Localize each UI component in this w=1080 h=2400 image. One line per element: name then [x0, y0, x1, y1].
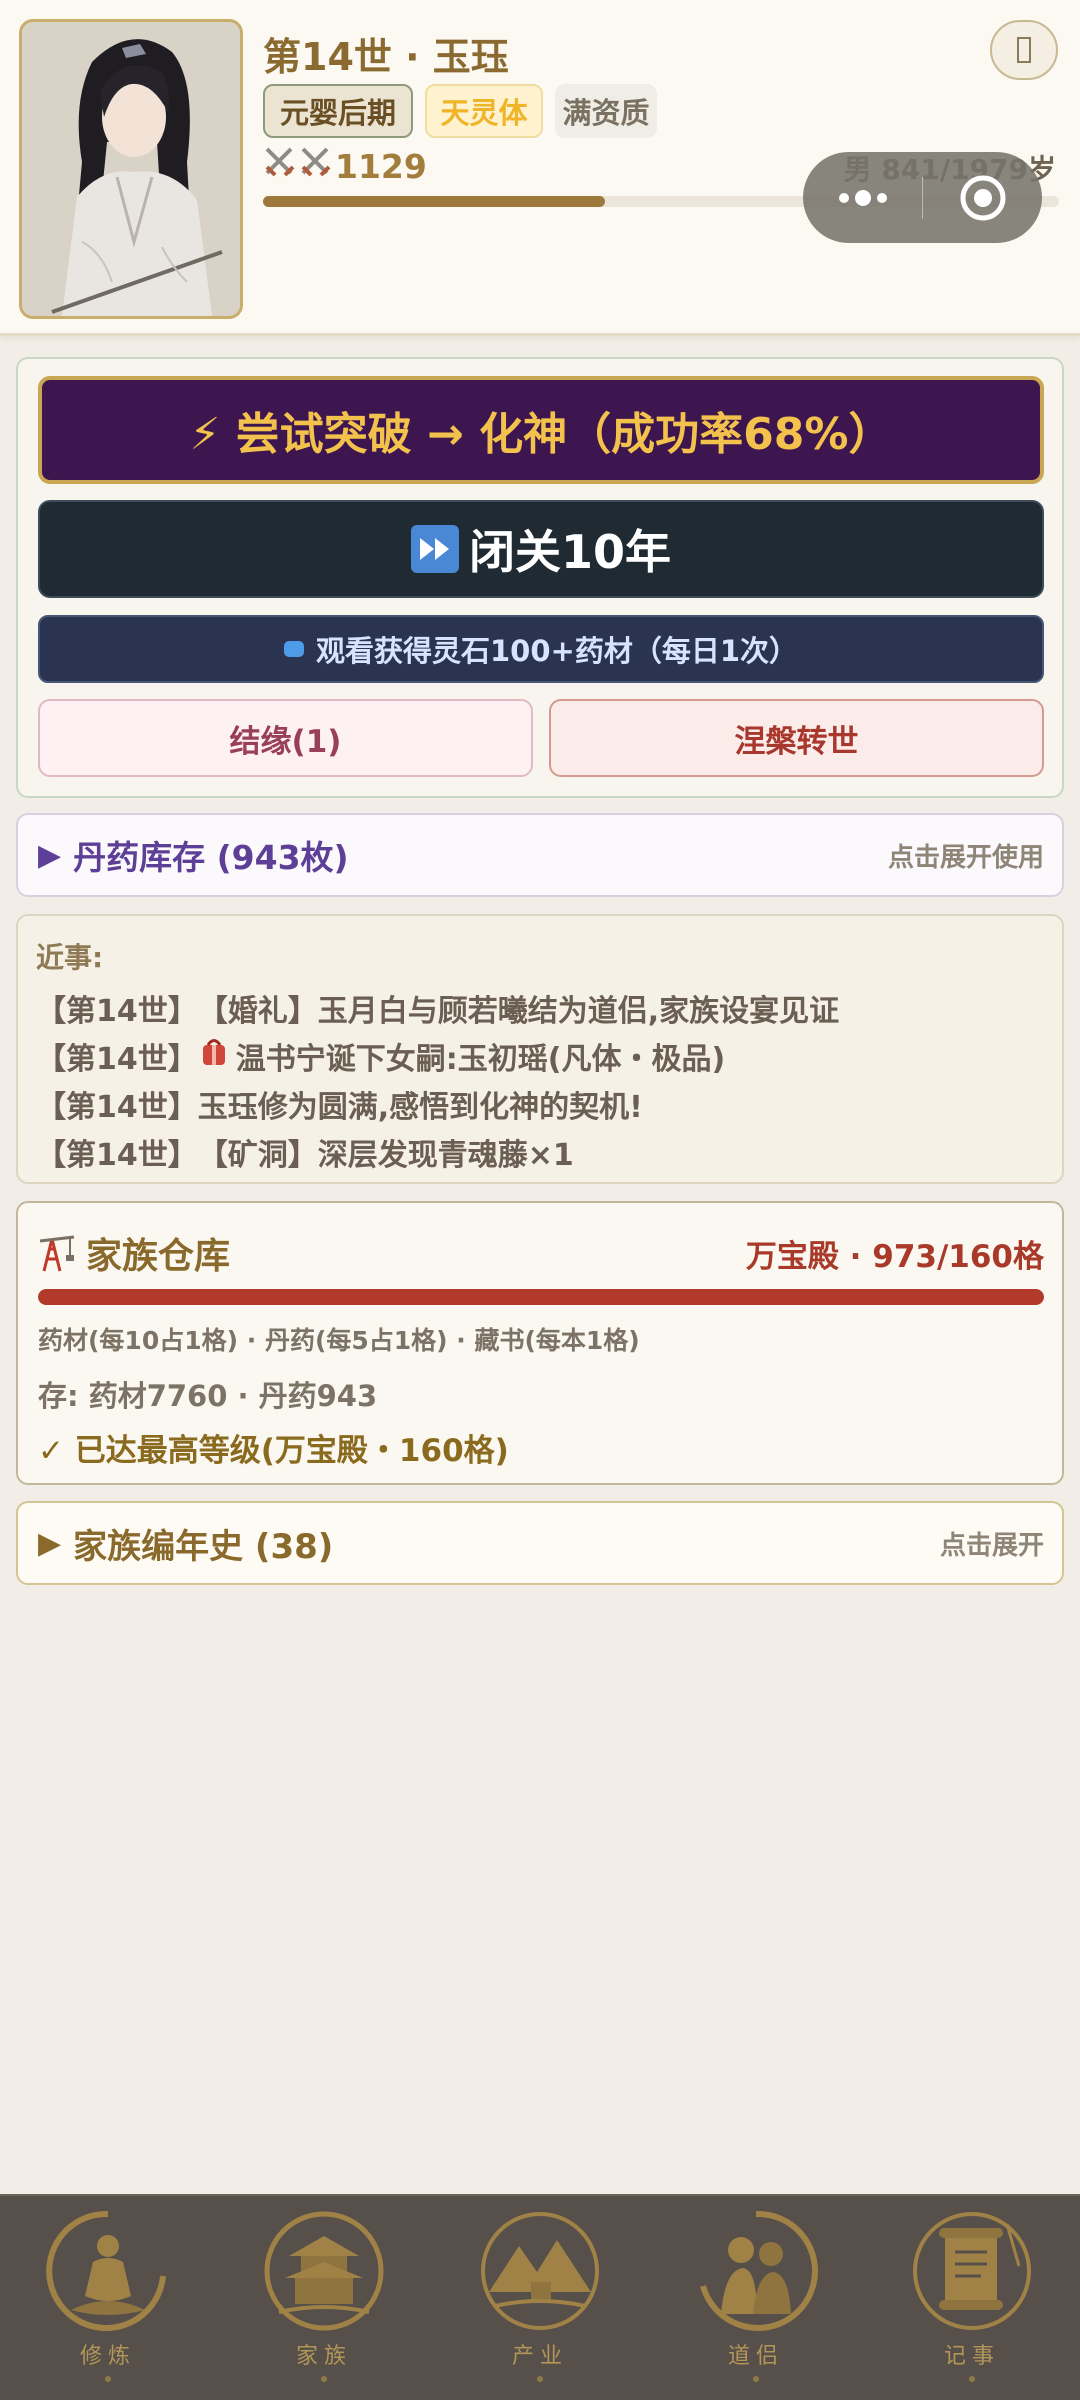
warehouse-header: 家族仓库 [38, 1227, 230, 1279]
target-close-icon [960, 175, 1005, 220]
nav-dot [321, 2376, 327, 2382]
nav-label: 修炼 [79, 2344, 136, 2369]
event-text: 【婚礼】玉月白与顾若曦结为道侣,家族设宴见证 [197, 994, 840, 1029]
family-warehouse-panel: 家族仓库 万宝殿 · 973/160格 药材(每10占1格) · 丹药(每5占1… [16, 1201, 1064, 1485]
nav-label: 产业 [511, 2344, 568, 2369]
nav-industry[interactable]: 产业 [440, 2196, 640, 2400]
crane-icon [39, 1235, 75, 1272]
event-generation: 【第14世】 [36, 1042, 198, 1077]
nav-dot [105, 2376, 111, 2382]
meditation-icon [46, 2210, 166, 2331]
nav-cultivate[interactable]: 修炼 [8, 2196, 208, 2400]
combat-power: 1129 [263, 145, 427, 187]
recent-events-panel: 近事: 【第14世】 【婚礼】玉月白与顾若曦结为道侣,家族设宴见证 【第14世】… [16, 914, 1064, 1184]
nav-partner[interactable]: 道侣 [656, 2196, 856, 2400]
event-generation: 【第14世】 [36, 994, 198, 1029]
gift-bag-icon [198, 1036, 230, 1076]
video-icon [283, 641, 304, 657]
seclusion-label: 闭关10年 [468, 525, 671, 579]
action-panel: ⚡ 尝试突破 → 化神（成功率68%） 闭关10年 观看获得灵石100+药材（每… [16, 357, 1064, 798]
nav-label: 记事 [943, 2344, 1000, 2369]
event-item: 【第14世】 【婚礼】玉月白与顾若曦结为道侣,家族设宴见证 [36, 984, 1062, 1032]
event-text: 温书宁诞下女嗣:玉初瑶(凡体・极品) [235, 1042, 726, 1077]
warehouse-capacity: 万宝殿 · 973/160格 [745, 1239, 1044, 1275]
pill-inventory-title: ▶ 丹药库存 (943枚) [38, 831, 349, 879]
nav-records[interactable]: 记事 [872, 2196, 1072, 2400]
watch-ad-label: 观看获得灵石100+药材（每日1次） [315, 634, 798, 668]
event-generation: 【第14世】 [36, 1138, 198, 1173]
warehouse-title: 家族仓库 [86, 1236, 231, 1277]
nav-dot [753, 2376, 759, 2382]
box-icon-button[interactable] [990, 20, 1058, 80]
nav-label: 家族 [295, 2344, 352, 2369]
warehouse-capacity-bar [38, 1289, 1044, 1305]
pavilion-icon [264, 2211, 384, 2331]
nav-dot [969, 2376, 975, 2382]
recent-events-title: 近事: [36, 941, 104, 974]
event-item: 【第14世】 【矿洞】深层发现青魂藤×1 [36, 1128, 1062, 1176]
event-item: 【第14世】 温书宁诞下女嗣:玉初瑶(凡体・极品) [36, 1032, 1062, 1080]
event-text: 玉珏修为圆满,感悟到化神的契机! [197, 1090, 643, 1125]
aptitude-badge: 满资质 [555, 84, 657, 138]
crossed-swords-icon [263, 145, 299, 187]
chronicle-label: 家族编年史 (38) [73, 1526, 334, 1567]
realm-badge: 元婴后期 [263, 84, 413, 138]
expand-triangle-icon: ▶ [38, 837, 62, 873]
nav-family[interactable]: 家族 [224, 2196, 424, 2400]
character-header: 第14世 · 玉珏 元婴后期 天灵体 满资质 1129 男 841/1979岁 [0, 0, 1080, 336]
scroll-icon [913, 2212, 1031, 2330]
warehouse-max-level: ✓ 已达最高等级(万宝殿・160格) [38, 1433, 509, 1469]
event-generation: 【第14世】 [36, 1090, 198, 1125]
close-mini-program-button[interactable] [923, 152, 1042, 243]
character-portrait[interactable] [19, 19, 243, 319]
more-dots-icon [838, 189, 887, 206]
expand-triangle-icon: ▶ [38, 1525, 62, 1561]
character-title: 第14世 · 玉珏 [263, 35, 509, 79]
lifespan-bar-fill [263, 196, 606, 207]
chronicle-title: ▶ 家族编年史 (38) [38, 1519, 333, 1568]
pill-inventory-toggle[interactable]: ▶ 丹药库存 (943枚) 点击展开使用 [16, 813, 1064, 897]
reincarnate-button[interactable]: 涅槃转世 [549, 699, 1044, 777]
more-menu-button[interactable] [803, 152, 922, 243]
box-icon [1017, 37, 1031, 63]
event-item: 【第14世】 玉珏修为圆满,感悟到化神的契机! [36, 1080, 1062, 1128]
combat-power-value: 1129 [335, 146, 427, 186]
watch-ad-button[interactable]: 观看获得灵石100+药材（每日1次） [38, 615, 1044, 683]
pill-inventory-label: 丹药库存 (943枚) [73, 838, 349, 877]
marriage-button[interactable]: 结缘(1) [38, 699, 533, 777]
mountain-icon [481, 2212, 599, 2330]
seclusion-button[interactable]: 闭关10年 [38, 500, 1044, 598]
family-chronicle-toggle[interactable]: ▶ 家族编年史 (38) 点击展开 [16, 1501, 1064, 1585]
warehouse-stock: 存: 药材7760 · 丹药943 [38, 1379, 378, 1413]
warehouse-capacity-fill [38, 1289, 1044, 1305]
body-type-badge: 天灵体 [425, 84, 543, 138]
breakthrough-button[interactable]: ⚡ 尝试突破 → 化神（成功率68%） [38, 376, 1044, 484]
bottom-navigation: 修炼 家族 产业 道侣 记事 [0, 2194, 1080, 2400]
event-text: 【矿洞】深层发现青魂藤×1 [197, 1138, 574, 1173]
crossed-swords-icon [299, 145, 335, 187]
warehouse-rules: 药材(每10占1格) · 丹药(每5占1格) · 藏书(每本1格) [38, 1326, 640, 1355]
chronicle-hint: 点击展开 [939, 1530, 1044, 1561]
pill-inventory-hint: 点击展开使用 [887, 842, 1044, 873]
nav-dot [537, 2376, 543, 2382]
mini-program-capsule [803, 152, 1042, 243]
fast-forward-icon [410, 525, 459, 573]
couple-icon [700, 2210, 818, 2331]
nav-label: 道侣 [727, 2344, 784, 2369]
